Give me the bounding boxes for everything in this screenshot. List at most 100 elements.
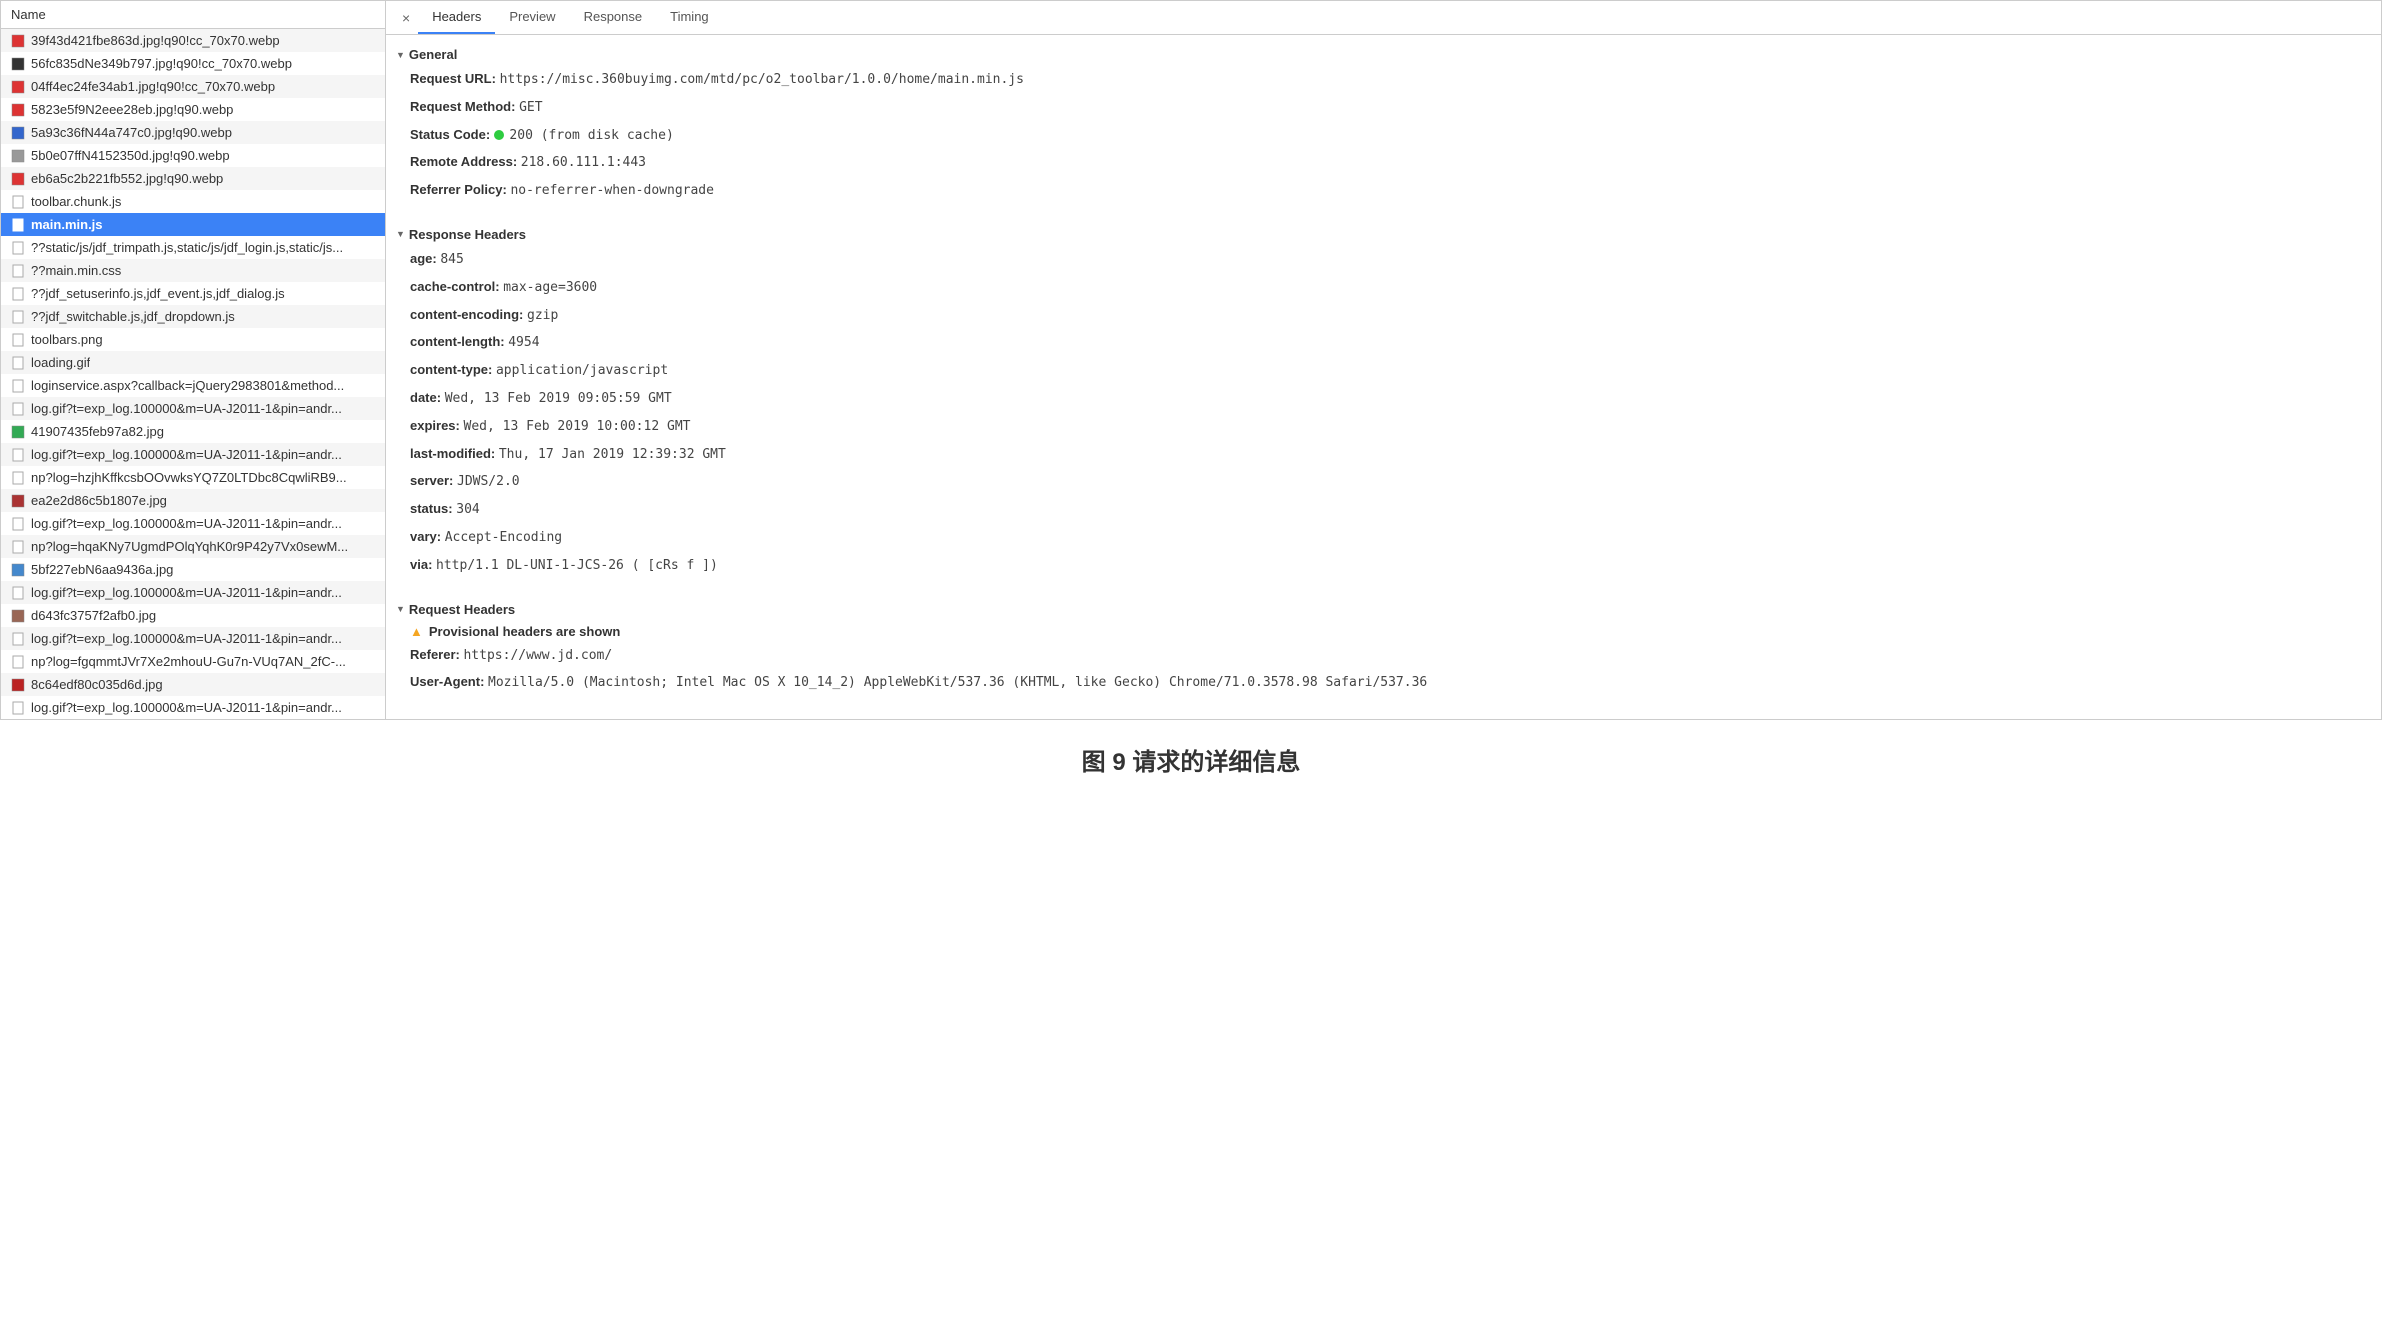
header-row: content-length: 4954 [396, 329, 2367, 357]
request-row[interactable]: ??jdf_switchable.js,jdf_dropdown.js [1, 305, 385, 328]
tab-response[interactable]: Response [570, 1, 657, 34]
file-type-icon [11, 655, 25, 669]
network-requests-panel: Name 39f43d421fbe863d.jpg!q90!cc_70x70.w… [1, 1, 386, 719]
request-row[interactable]: log.gif?t=exp_log.100000&m=UA-J2011-1&pi… [1, 512, 385, 535]
request-row[interactable]: loginservice.aspx?callback=jQuery2983801… [1, 374, 385, 397]
file-type-icon [11, 402, 25, 416]
request-name: ??jdf_switchable.js,jdf_dropdown.js [31, 309, 235, 324]
details-tabs: × HeadersPreviewResponseTiming [386, 1, 2381, 35]
header-value: 845 [440, 252, 463, 267]
header-key: date: [410, 390, 441, 405]
header-value: 200 (from disk cache) [509, 128, 673, 143]
request-row[interactable]: toolbars.png [1, 328, 385, 351]
request-row[interactable]: np?log=hzjhKffkcsbOOvwksYQ7Z0LTDbc8Cqwli… [1, 466, 385, 489]
request-row[interactable]: log.gif?t=exp_log.100000&m=UA-J2011-1&pi… [1, 696, 385, 719]
request-row[interactable]: 5b0e07ffN4152350d.jpg!q90.webp [1, 144, 385, 167]
file-type-icon [11, 494, 25, 508]
header-value: max-age=3600 [503, 280, 597, 295]
request-row[interactable]: 41907435feb97a82.jpg [1, 420, 385, 443]
request-row[interactable]: 5823e5f9N2eee28eb.jpg!q90.webp [1, 98, 385, 121]
request-row[interactable]: log.gif?t=exp_log.100000&m=UA-J2011-1&pi… [1, 581, 385, 604]
warning-icon: ▲ [410, 624, 423, 639]
request-row[interactable]: main.min.js [1, 213, 385, 236]
request-name: 5823e5f9N2eee28eb.jpg!q90.webp [31, 102, 233, 117]
header-row: Request Method: GET [396, 94, 2367, 122]
header-row: date: Wed, 13 Feb 2019 09:05:59 GMT [396, 385, 2367, 413]
header-value: https://www.jd.com/ [463, 648, 612, 663]
header-key: Status Code: [410, 127, 490, 142]
request-row[interactable]: np?log=fgqmmtJVr7Xe2mhouU-Gu7n-VUq7AN_2f… [1, 650, 385, 673]
request-row[interactable]: log.gif?t=exp_log.100000&m=UA-J2011-1&pi… [1, 627, 385, 650]
section-title-request[interactable]: Request Headers [396, 598, 2367, 621]
request-row[interactable]: 39f43d421fbe863d.jpg!q90!cc_70x70.webp [1, 29, 385, 52]
file-type-icon [11, 609, 25, 623]
tab-preview[interactable]: Preview [495, 1, 569, 34]
header-value: Accept-Encoding [445, 530, 562, 545]
section-title-response[interactable]: Response Headers [396, 223, 2367, 246]
request-details-panel: × HeadersPreviewResponseTiming GeneralRe… [386, 1, 2381, 719]
request-row[interactable]: 5a93c36fN44a747c0.jpg!q90.webp [1, 121, 385, 144]
request-row[interactable]: ??static/js/jdf_trimpath.js,static/js/jd… [1, 236, 385, 259]
header-key: Request Method: [410, 99, 515, 114]
tab-timing[interactable]: Timing [656, 1, 723, 34]
request-row[interactable]: d643fc3757f2afb0.jpg [1, 604, 385, 627]
request-name: toolbars.png [31, 332, 103, 347]
header-row: Status Code: 200 (from disk cache) [396, 122, 2367, 150]
request-row[interactable]: toolbar.chunk.js [1, 190, 385, 213]
request-name: log.gif?t=exp_log.100000&m=UA-J2011-1&pi… [31, 585, 342, 600]
file-type-icon [11, 34, 25, 48]
request-name: ??main.min.css [31, 263, 121, 278]
header-row: Request URL: https://misc.360buyimg.com/… [396, 66, 2367, 94]
header-key: cache-control: [410, 279, 500, 294]
request-name: 56fc835dNe349b797.jpg!q90!cc_70x70.webp [31, 56, 292, 71]
file-type-icon [11, 701, 25, 715]
header-key: server: [410, 473, 453, 488]
file-type-icon [11, 517, 25, 531]
header-value: 4954 [508, 335, 539, 350]
file-list: 39f43d421fbe863d.jpg!q90!cc_70x70.webp 56… [1, 29, 385, 719]
header-row: last-modified: Thu, 17 Jan 2019 12:39:32… [396, 441, 2367, 469]
tab-headers[interactable]: Headers [418, 1, 495, 34]
request-row[interactable]: 04ff4ec24fe34ab1.jpg!q90!cc_70x70.webp [1, 75, 385, 98]
request-name: log.gif?t=exp_log.100000&m=UA-J2011-1&pi… [31, 631, 342, 646]
request-name: log.gif?t=exp_log.100000&m=UA-J2011-1&pi… [31, 447, 342, 462]
request-row[interactable]: 56fc835dNe349b797.jpg!q90!cc_70x70.webp [1, 52, 385, 75]
request-name: 5b0e07ffN4152350d.jpg!q90.webp [31, 148, 230, 163]
file-type-icon [11, 218, 25, 232]
request-name: 41907435feb97a82.jpg [31, 424, 164, 439]
header-row: age: 845 [396, 246, 2367, 274]
request-name: toolbar.chunk.js [31, 194, 121, 209]
header-value: Wed, 13 Feb 2019 09:05:59 GMT [445, 391, 672, 406]
request-row[interactable]: log.gif?t=exp_log.100000&m=UA-J2011-1&pi… [1, 397, 385, 420]
name-column-header[interactable]: Name [1, 1, 385, 29]
header-key: age: [410, 251, 437, 266]
request-row[interactable]: 8c64edf80c035d6d.jpg [1, 673, 385, 696]
request-row[interactable]: ea2e2d86c5b1807e.jpg [1, 489, 385, 512]
request-row[interactable]: np?log=hqaKNy7UgmdPOlqYqhK0r9P42y7Vx0sew… [1, 535, 385, 558]
request-row[interactable]: log.gif?t=exp_log.100000&m=UA-J2011-1&pi… [1, 443, 385, 466]
header-key: Remote Address: [410, 154, 517, 169]
request-row[interactable]: ??main.min.css [1, 259, 385, 282]
header-value: Wed, 13 Feb 2019 10:00:12 GMT [464, 419, 691, 434]
header-value: 304 [456, 502, 479, 517]
file-type-icon [11, 310, 25, 324]
request-row[interactable]: ??jdf_setuserinfo.js,jdf_event.js,jdf_di… [1, 282, 385, 305]
request-name: 5bf227ebN6aa9436a.jpg [31, 562, 173, 577]
request-name: log.gif?t=exp_log.100000&m=UA-J2011-1&pi… [31, 700, 342, 715]
header-key: expires: [410, 418, 460, 433]
header-value: GET [519, 100, 542, 115]
section-general: GeneralRequest URL: https://misc.360buyi… [386, 35, 2381, 215]
file-type-icon [11, 632, 25, 646]
request-name: main.min.js [31, 217, 103, 232]
file-type-icon [11, 195, 25, 209]
provisional-warning: ▲Provisional headers are shown [396, 621, 2367, 642]
close-icon[interactable]: × [394, 4, 418, 32]
section-title-general[interactable]: General [396, 43, 2367, 66]
header-row: Referer: https://www.jd.com/ [396, 642, 2367, 670]
header-row: status: 304 [396, 496, 2367, 524]
request-row[interactable]: 5bf227ebN6aa9436a.jpg [1, 558, 385, 581]
request-row[interactable]: eb6a5c2b221fb552.jpg!q90.webp [1, 167, 385, 190]
request-row[interactable]: loading.gif [1, 351, 385, 374]
header-key: Request URL: [410, 71, 496, 86]
header-key: Referrer Policy: [410, 182, 507, 197]
